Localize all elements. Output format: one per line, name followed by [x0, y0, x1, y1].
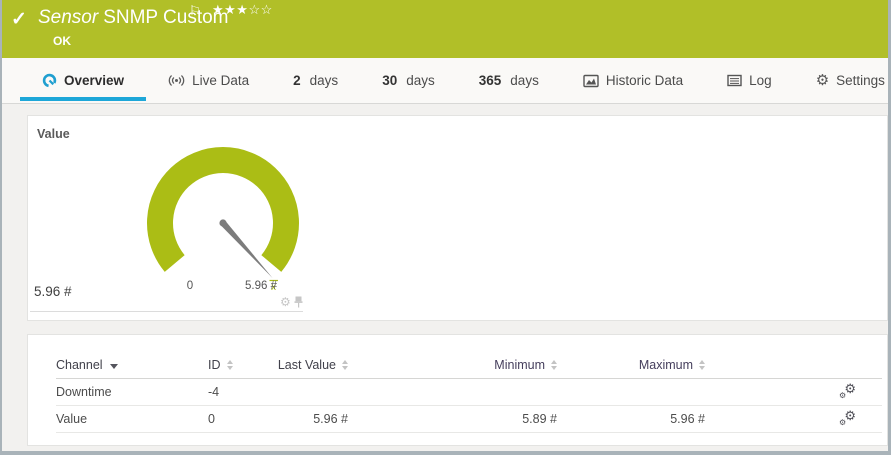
value-gauge: x: [123, 128, 333, 303]
pin-icon[interactable]: [294, 296, 303, 308]
tab-label: Settings: [836, 73, 885, 88]
column-header-maximum[interactable]: Maximum: [639, 358, 705, 372]
column-label: Maximum: [639, 358, 693, 372]
tab-label: days: [310, 73, 339, 88]
priority-star-rating[interactable]: ★★★☆☆: [212, 2, 273, 18]
status-badge: OK: [53, 34, 71, 48]
historic-data-icon: [583, 74, 599, 88]
cell-minimum: 5.89 #: [348, 412, 557, 426]
gauge-needle-hub: [219, 219, 226, 226]
priority-flag-icon[interactable]: ⚐: [189, 3, 201, 19]
column-label: ID: [208, 358, 221, 372]
page-title-name: SNMP Custom: [103, 7, 228, 28]
column-header-id[interactable]: ID: [208, 358, 233, 372]
tab-label: Historic Data: [606, 73, 683, 88]
status-check-icon: ✓: [11, 8, 27, 31]
column-label: Last Value: [278, 358, 336, 372]
sort-desc-icon: [110, 364, 118, 369]
channel-settings-icon[interactable]: ⚙⚙: [839, 384, 856, 400]
tab-overview[interactable]: Overview: [20, 58, 146, 103]
table-row-value: Value 0 5.96 # 5.89 # 5.96 # ⚙⚙: [56, 406, 882, 433]
gauge-scale-max: 5.96 #: [221, 280, 301, 292]
cell-id: 0: [208, 412, 238, 426]
live-data-icon: [168, 73, 185, 88]
column-header-minimum[interactable]: Minimum: [494, 358, 557, 372]
tab-number: 30: [382, 73, 397, 88]
stars-empty: ☆☆: [248, 2, 272, 17]
table-row-downtime: Downtime -4 ⚙⚙: [56, 379, 882, 406]
cell-channel: Value: [56, 412, 208, 426]
tab-log[interactable]: Log: [705, 58, 794, 103]
tab-label: Live Data: [192, 73, 249, 88]
tab-historic-data[interactable]: Historic Data: [561, 58, 705, 103]
gauge-scale-min: 0: [170, 280, 210, 292]
cell-id: -4: [208, 385, 238, 399]
sort-icon: [699, 360, 705, 370]
tab-live-data[interactable]: Live Data: [146, 58, 271, 103]
tab-2-days[interactable]: 2 days: [271, 58, 360, 103]
log-icon: [727, 74, 742, 87]
gauge-icon: [42, 73, 57, 88]
gauge-title: Value: [37, 127, 70, 141]
gauge-needle: [221, 221, 273, 278]
tab-365-days[interactable]: 365 days: [457, 58, 561, 103]
app-window: ✓ SensorSNMP Custom ⚐ ★★★☆☆ OK Overview …: [0, 0, 891, 455]
cell-last-value: 5.96 #: [238, 412, 348, 426]
stars-filled: ★★★: [212, 2, 248, 17]
gauge-tile-actions: ⚙: [280, 296, 303, 308]
gauge-settings-gear-icon[interactable]: ⚙: [280, 296, 291, 308]
tab-label: days: [510, 73, 539, 88]
gauge-tile-divider: [30, 311, 303, 312]
page-title-prefix: Sensor: [38, 7, 98, 28]
cell-channel: Downtime: [56, 385, 208, 399]
tab-number: 2: [293, 73, 301, 88]
column-label: Minimum: [494, 358, 545, 372]
sensor-status-banner: ✓ SensorSNMP Custom ⚐ ★★★☆☆ OK: [0, 0, 891, 58]
settings-icon: ⚙: [816, 73, 829, 88]
tab-30-days[interactable]: 30 days: [360, 58, 457, 103]
tab-label: days: [406, 73, 435, 88]
channels-panel: Channel ID Last Value Minimum Maximum Do…: [27, 334, 888, 446]
column-label: Channel: [56, 358, 103, 372]
cell-maximum: 5.96 #: [557, 412, 705, 426]
tab-settings[interactable]: ⚙ Settings: [794, 58, 888, 103]
sort-icon: [227, 360, 233, 370]
column-header-last-value[interactable]: Last Value: [278, 358, 348, 372]
gauge-arc: [160, 160, 286, 263]
gauge-current-value: 5.96 #: [34, 284, 72, 299]
table-header-row: Channel ID Last Value Minimum Maximum: [56, 352, 882, 379]
tab-label: Overview: [64, 73, 124, 88]
channels-table: Channel ID Last Value Minimum Maximum Do…: [56, 352, 882, 433]
tab-number: 365: [479, 73, 502, 88]
tab-label: Log: [749, 73, 772, 88]
gauges-panel: Value x 0 5.96 # 5.96 # ⚙: [27, 115, 888, 321]
tab-bar: Overview Live Data 2 days 30 days 365 da…: [2, 58, 888, 104]
column-header-channel[interactable]: Channel: [56, 358, 118, 372]
channel-settings-icon[interactable]: ⚙⚙: [839, 411, 856, 427]
